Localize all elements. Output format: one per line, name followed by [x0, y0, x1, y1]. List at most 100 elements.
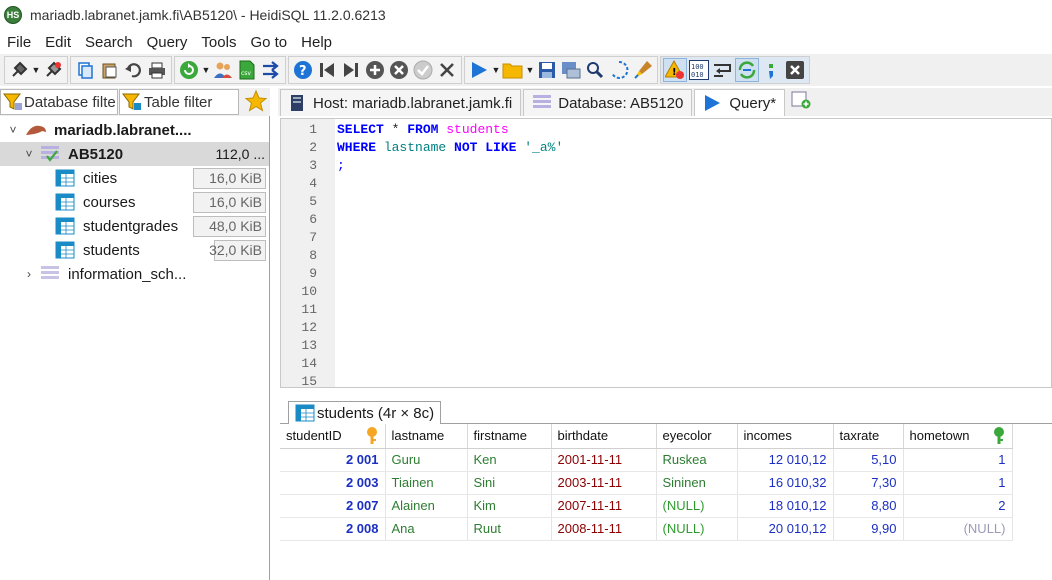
find-icon[interactable] [583, 58, 607, 82]
table-row[interactable]: 2 008 Ana Ruut 2008-11-11 (NULL) 20 010,… [280, 517, 1013, 541]
sql-editor[interactable]: 1 2 3 4 5 6 7 8 9 10 11 12 13 14 15 SELE… [280, 118, 1052, 388]
cell-incomes[interactable]: 18 010,12 [737, 494, 834, 518]
clear-filter-icon[interactable] [783, 58, 807, 82]
cell-firstname[interactable]: Ken [467, 448, 552, 472]
cell-incomes[interactable]: 20 010,12 [737, 517, 834, 541]
column-header[interactable]: eyecolor [656, 424, 738, 449]
execute-query-icon[interactable] [467, 58, 491, 82]
binary-display-icon[interactable]: 100 010 [687, 58, 711, 82]
format-sql-icon[interactable] [631, 58, 655, 82]
column-header[interactable]: lastname [385, 424, 468, 449]
cell-firstname[interactable]: Ruut [467, 517, 552, 541]
save-snippet-icon[interactable] [559, 58, 583, 82]
cell-birthdate[interactable]: 2003-11-11 [551, 471, 657, 495]
menu-help[interactable]: Help [294, 34, 339, 51]
help-icon[interactable]: ? [291, 58, 315, 82]
refresh-icon[interactable] [177, 58, 201, 82]
menu-tools[interactable]: Tools [194, 34, 243, 51]
cell-studentid[interactable]: 2 001 [280, 448, 386, 472]
replace-icon[interactable] [607, 58, 631, 82]
cancel-changes-icon[interactable] [435, 58, 459, 82]
tree-database-node[interactable]: ˅ AB5120 112,0 ... [0, 142, 269, 166]
column-header[interactable]: studentID [280, 424, 386, 449]
open-folder-icon[interactable] [501, 58, 525, 82]
cell-eyecolor[interactable]: (NULL) [656, 517, 738, 541]
cell-eyecolor[interactable]: (NULL) [656, 494, 738, 518]
cell-hometown[interactable]: 2 [903, 494, 1013, 518]
tab-query[interactable]: Query* [694, 89, 786, 116]
column-header[interactable]: birthdate [551, 424, 657, 449]
tab-database[interactable]: Database: AB5120 [523, 89, 693, 116]
print-icon[interactable] [145, 58, 169, 82]
column-header[interactable]: firstname [467, 424, 552, 449]
post-changes-icon[interactable] [411, 58, 435, 82]
cell-birthdate[interactable]: 2008-11-11 [551, 517, 657, 541]
table-filter-input[interactable]: Table filter [119, 89, 239, 115]
cell-birthdate[interactable]: 2001-11-11 [551, 448, 657, 472]
cell-hometown[interactable]: 1 [903, 448, 1013, 472]
cell-eyecolor[interactable]: Sininen [656, 471, 738, 495]
database-filter-input[interactable]: Database filte [0, 89, 118, 115]
cell-lastname[interactable]: Tiainen [385, 471, 468, 495]
first-record-icon[interactable] [315, 58, 339, 82]
tree-host-node[interactable]: ˅ mariadb.labranet.... [0, 118, 269, 142]
cell-taxrate[interactable]: 9,90 [833, 517, 904, 541]
table-row[interactable]: 2 001 Guru Ken 2001-11-11 Ruskea 12 010,… [280, 448, 1013, 472]
expand-caret-icon[interactable]: › [22, 267, 36, 281]
collapse-caret-icon[interactable]: ˅ [6, 123, 20, 137]
cell-lastname[interactable]: Ana [385, 517, 468, 541]
semicolon-delimiter-icon[interactable] [759, 58, 783, 82]
column-header[interactable]: hometown [903, 424, 1013, 449]
cell-taxrate[interactable]: 8,80 [833, 494, 904, 518]
tree-database-node[interactable]: › information_sch... [0, 262, 269, 286]
sql-code[interactable]: SELECT * FROM students WHERE lastname NO… [337, 121, 563, 175]
cell-incomes[interactable]: 12 010,12 [737, 448, 834, 472]
menu-file[interactable]: File [0, 34, 38, 51]
execute-dropdown-icon[interactable]: ▼ [491, 58, 501, 82]
undo-icon[interactable] [121, 58, 145, 82]
tree-table-node[interactable]: studentgrades 48,0 KiB [0, 214, 269, 238]
tree-table-node[interactable]: students 32,0 KiB [0, 238, 269, 262]
import-csv-icon[interactable]: csv [235, 58, 259, 82]
tab-host[interactable]: Host: mariadb.labranet.jamk.fi [280, 89, 522, 116]
cell-incomes[interactable]: 16 010,32 [737, 471, 834, 495]
cell-taxrate[interactable]: 5,10 [833, 448, 904, 472]
cell-studentid[interactable]: 2 008 [280, 517, 386, 541]
export-arrows-icon[interactable] [259, 58, 283, 82]
cell-eyecolor[interactable]: Ruskea [656, 448, 738, 472]
menu-search[interactable]: Search [78, 34, 140, 51]
insert-row-icon[interactable] [363, 58, 387, 82]
cell-hometown[interactable]: 1 [903, 471, 1013, 495]
copy-icon[interactable] [73, 58, 97, 82]
collapse-caret-icon[interactable]: ˅ [22, 147, 36, 161]
cell-studentid[interactable]: 2 003 [280, 471, 386, 495]
wrap-lines-icon[interactable] [711, 58, 735, 82]
column-header[interactable]: taxrate [833, 424, 904, 449]
menu-query[interactable]: Query [140, 34, 195, 51]
last-record-icon[interactable] [339, 58, 363, 82]
cell-taxrate[interactable]: 7,30 [833, 471, 904, 495]
table-row[interactable]: 2 003 Tiainen Sini 2003-11-11 Sininen 16… [280, 471, 1013, 495]
result-grid[interactable]: studentID lastname firstname birthdate e… [280, 424, 1052, 580]
cell-birthdate[interactable]: 2007-11-11 [551, 494, 657, 518]
cell-firstname[interactable]: Sini [467, 471, 552, 495]
cell-hometown[interactable]: (NULL) [903, 517, 1013, 541]
menu-edit[interactable]: Edit [38, 34, 78, 51]
cell-lastname[interactable]: Alainen [385, 494, 468, 518]
disconnect-plug-icon[interactable] [41, 58, 65, 82]
tree-table-node[interactable]: courses 16,0 KiB [0, 190, 269, 214]
column-header[interactable]: incomes [737, 424, 834, 449]
user-manager-icon[interactable] [211, 58, 235, 82]
stop-on-error-icon[interactable]: ! [663, 58, 687, 82]
autorefresh-icon[interactable] [735, 58, 759, 82]
cell-lastname[interactable]: Guru [385, 448, 468, 472]
delete-row-icon[interactable] [387, 58, 411, 82]
paste-icon[interactable] [97, 58, 121, 82]
table-row[interactable]: 2 007 Alainen Kim 2007-11-11 (NULL) 18 0… [280, 494, 1013, 518]
favorites-star-icon[interactable] [244, 89, 268, 115]
connect-plug-icon[interactable] [7, 58, 31, 82]
open-dropdown-icon[interactable]: ▼ [525, 58, 535, 82]
refresh-dropdown-icon[interactable]: ▼ [201, 58, 211, 82]
result-tab[interactable]: students (4r × 8c) [288, 401, 442, 424]
connect-dropdown-icon[interactable]: ▼ [31, 58, 41, 82]
